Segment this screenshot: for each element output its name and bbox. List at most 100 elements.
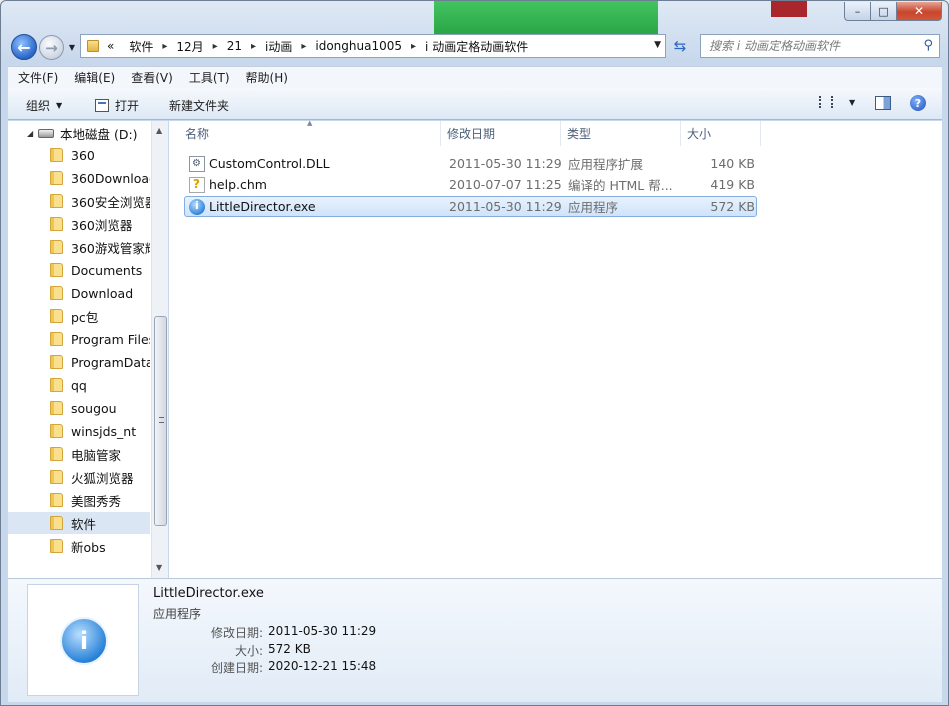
chevron-down-icon: ▼ xyxy=(56,101,63,110)
breadcrumb-separator-icon[interactable]: ▸ xyxy=(162,41,167,52)
sidebar-item-folder[interactable]: 新obs xyxy=(8,535,150,557)
sidebar-item-label: 火狐浏览器 xyxy=(71,470,134,486)
breadcrumb-separator-icon[interactable]: ▸ xyxy=(251,41,256,52)
sidebar-item-folder[interactable]: Download xyxy=(8,282,150,304)
folder-icon xyxy=(50,424,63,438)
sidebar-item-folder[interactable]: 360Download xyxy=(8,167,150,189)
sidebar-item-folder[interactable]: winsjds_nt xyxy=(8,420,150,442)
scroll-thumb[interactable] xyxy=(154,316,167,526)
details-modified-value: 2011-05-30 11:29 xyxy=(268,624,377,638)
file-type: 应用程序扩展 xyxy=(568,157,644,172)
breadcrumb-item[interactable]: 12月 xyxy=(176,38,203,55)
file-size: 419 KB xyxy=(710,177,755,192)
sidebar-item-label: 电脑管家 xyxy=(71,447,122,463)
breadcrumb-separator-icon[interactable]: ▸ xyxy=(213,41,218,52)
file-size: 140 KB xyxy=(710,156,755,171)
file-name: CustomControl.DLL xyxy=(209,156,330,171)
breadcrumb-overflow[interactable]: « xyxy=(107,39,114,53)
preview-pane-icon[interactable] xyxy=(875,96,891,110)
file-name: help.chm xyxy=(209,177,267,192)
sidebar-item-folder[interactable]: 电脑管家 xyxy=(8,443,150,465)
sidebar-item-label: winsjds_nt xyxy=(71,423,137,439)
breadcrumb-item[interactable]: 软件 xyxy=(129,38,153,55)
search-box[interactable]: ⚲ xyxy=(700,34,940,58)
background-red-block xyxy=(771,1,807,17)
breadcrumb-item-current[interactable]: i 动画定格动画软件 xyxy=(425,38,528,55)
new-folder-button[interactable]: 新建文件夹 xyxy=(169,97,229,114)
file-row[interactable]: CustomControl.DLL 2011-05-30 11:29 应用程序扩… xyxy=(184,153,757,174)
breadcrumb-item[interactable]: idonghua1005 xyxy=(315,39,402,53)
column-header-type[interactable]: 类型 xyxy=(561,121,681,146)
address-bar[interactable]: « 软件 ▸ 12月 ▸ 21 ▸ i动画 ▸ idonghua1005 ▸ i… xyxy=(80,34,666,58)
sidebar-item-label: 本地磁盘 (D:) xyxy=(60,126,138,142)
sidebar-item-folder[interactable]: 360浏览器 xyxy=(8,213,150,235)
menu-tools[interactable]: 工具(T) xyxy=(179,69,236,86)
folder-icon xyxy=(50,171,63,185)
sidebar-item-folder[interactable]: pc包 xyxy=(8,305,150,327)
organize-label: 组织 xyxy=(26,99,51,113)
breadcrumb-separator-icon[interactable]: ▸ xyxy=(411,41,416,52)
sidebar-item-label: Program Files xyxy=(71,331,150,347)
open-button[interactable]: 打开 xyxy=(95,97,139,114)
sidebar-item-label: Documents xyxy=(71,262,143,278)
sidebar-item-drive-d[interactable]: ◢ 本地磁盘 (D:) xyxy=(8,122,150,144)
folder-icon xyxy=(50,447,63,461)
expand-arrow-icon[interactable]: ◢ xyxy=(27,129,33,138)
column-header-date[interactable]: 修改日期 xyxy=(441,121,561,146)
file-thumbnail: i xyxy=(27,584,139,696)
close-button[interactable]: ✕ xyxy=(897,2,942,21)
breadcrumb-item[interactable]: 21 xyxy=(227,39,242,53)
help-icon[interactable]: ? xyxy=(910,95,926,111)
folder-icon xyxy=(50,401,63,415)
dll-file-icon xyxy=(189,155,205,172)
folder-icon xyxy=(50,378,63,392)
details-created-value: 2020-12-21 15:48 xyxy=(268,659,377,673)
sidebar-item-folder[interactable]: sougou xyxy=(8,397,150,419)
sidebar-item-folder[interactable]: Program Files xyxy=(8,328,150,350)
file-row[interactable]: help.chm 2010-07-07 11:25 编译的 HTML 帮... … xyxy=(184,174,757,195)
chevron-down-icon[interactable]: ▼ xyxy=(849,98,855,107)
sidebar-item-label: 新obs xyxy=(71,539,106,555)
recent-pages-button[interactable]: ▼ xyxy=(66,41,78,53)
sidebar-item-folder[interactable]: 360安全浏览器 xyxy=(8,190,150,212)
menu-bar: 文件(F) 编辑(E) 查看(V) 工具(T) 帮助(H) xyxy=(8,66,942,88)
exe-file-icon xyxy=(189,198,205,215)
sidebar-item-label: Download xyxy=(71,285,134,301)
sidebar-item-folder[interactable]: Documents xyxy=(8,259,150,281)
change-view-button[interactable]: ▼ xyxy=(819,96,855,108)
sidebar-item-folder[interactable]: 美图秀秀 xyxy=(8,489,150,511)
open-icon xyxy=(95,99,109,112)
drive-icon xyxy=(38,128,54,138)
sidebar-item-folder[interactable]: 360 xyxy=(8,144,150,166)
organize-button[interactable]: 组织 ▼ xyxy=(26,97,62,114)
sidebar-item-label: 美图秀秀 xyxy=(71,493,122,509)
sidebar-item-folder[interactable]: 火狐浏览器 xyxy=(8,466,150,488)
search-input[interactable] xyxy=(709,39,909,53)
file-row-selected[interactable]: LittleDirector.exe 2011-05-30 11:29 应用程序… xyxy=(184,196,757,217)
refresh-button[interactable]: ⇆ xyxy=(669,36,691,56)
sidebar-item-folder[interactable]: 360游戏管家辉 xyxy=(8,236,150,258)
scroll-down-icon[interactable]: ▼ xyxy=(156,563,162,572)
breadcrumb-item[interactable]: i动画 xyxy=(265,38,292,55)
search-icon[interactable]: ⚲ xyxy=(923,38,933,53)
exe-file-icon: i xyxy=(60,617,108,665)
menu-edit[interactable]: 编辑(E) xyxy=(64,69,121,86)
sidebar-item-folder-selected[interactable]: 软件 xyxy=(8,512,150,534)
sidebar-scrollbar[interactable]: ▲ ▼ xyxy=(151,121,168,578)
menu-file[interactable]: 文件(F) xyxy=(8,69,64,86)
address-dropdown-icon[interactable]: ▼ xyxy=(654,40,661,50)
breadcrumb-separator-icon[interactable]: ▸ xyxy=(301,41,306,52)
minimize-button[interactable]: – xyxy=(844,2,871,21)
back-button[interactable]: ← xyxy=(11,34,37,60)
forward-button[interactable]: → xyxy=(39,35,64,60)
column-header-name[interactable]: 名称 xyxy=(179,121,441,146)
column-header-size[interactable]: 大小 xyxy=(681,121,761,146)
menu-help[interactable]: 帮助(H) xyxy=(236,69,294,86)
menu-view[interactable]: 查看(V) xyxy=(121,69,179,86)
maximize-button[interactable]: □ xyxy=(871,2,897,21)
folder-icon xyxy=(50,309,63,323)
sidebar-item-folder[interactable]: qq xyxy=(8,374,150,396)
folder-icon xyxy=(50,217,63,231)
sidebar-item-folder[interactable]: ProgramData xyxy=(8,351,150,373)
scroll-up-icon[interactable]: ▲ xyxy=(156,126,162,135)
